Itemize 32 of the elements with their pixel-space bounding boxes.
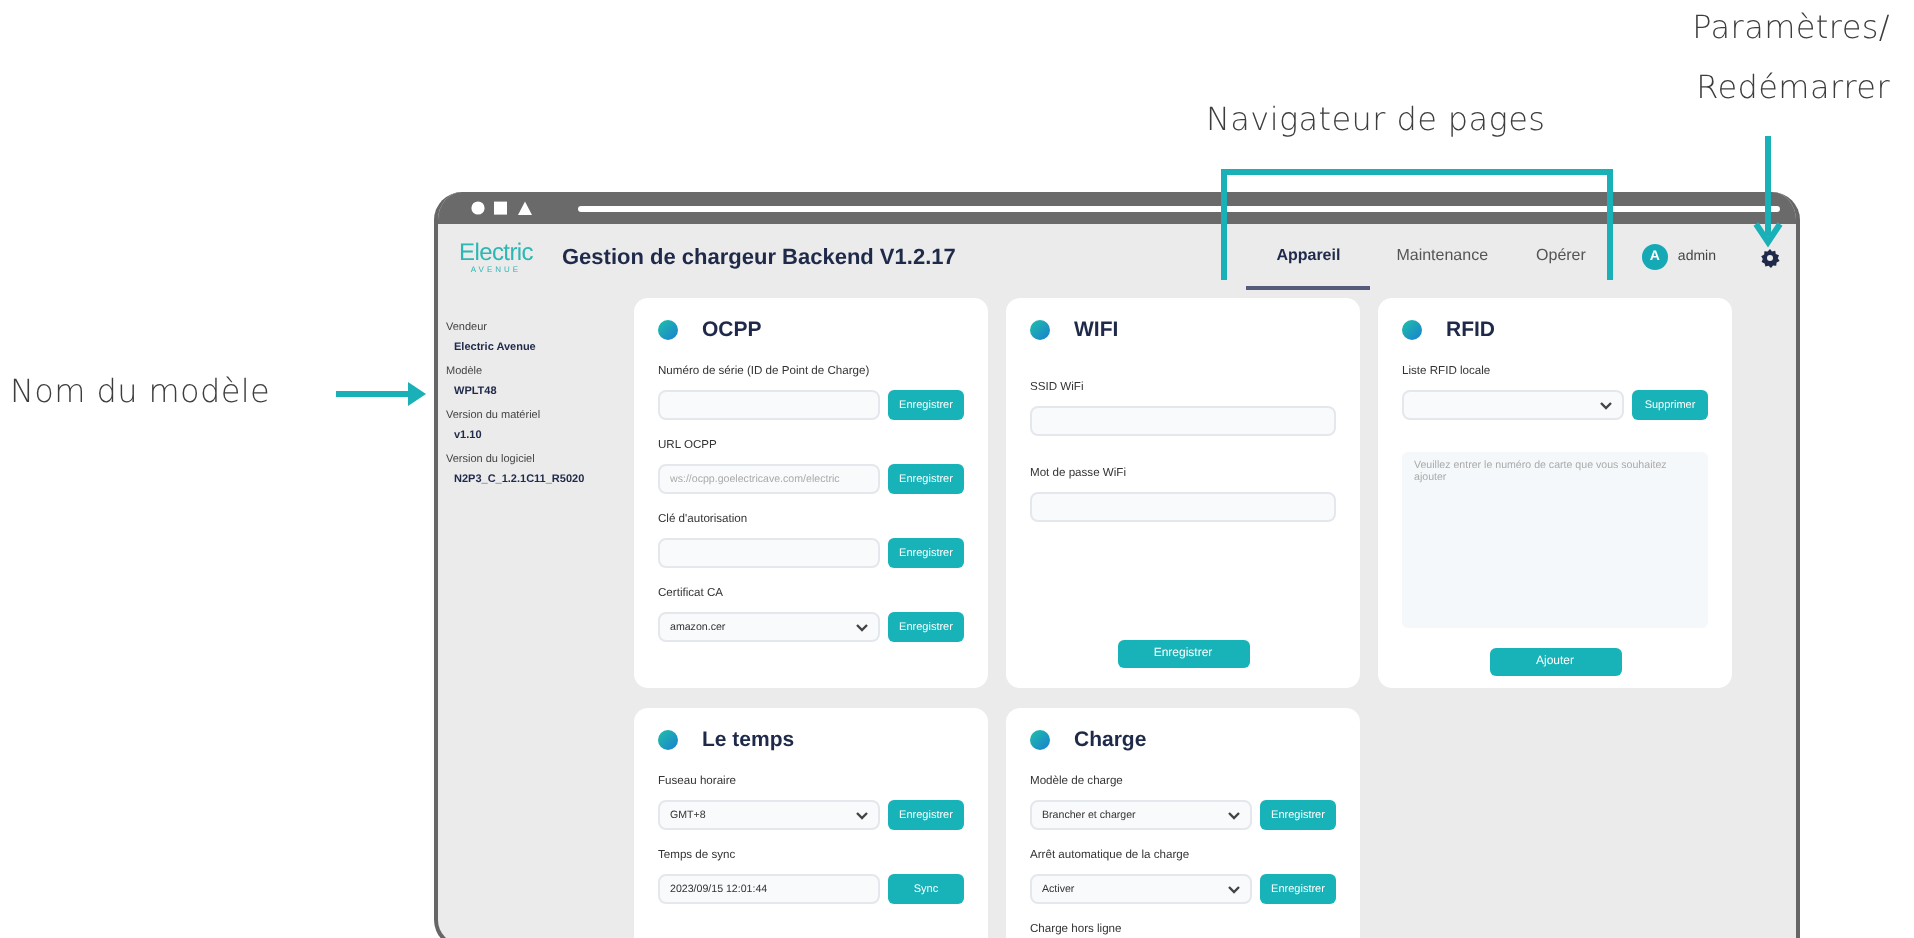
input-field[interactable] — [1030, 406, 1336, 436]
annotation-label: Redémarrer — [1696, 68, 1890, 106]
nav-tab[interactable]: Appareil — [1246, 224, 1371, 290]
status-dot-icon — [1030, 320, 1050, 340]
status-dot-icon — [1402, 320, 1422, 340]
input-field[interactable] — [658, 390, 880, 420]
card-title: OCPP — [702, 318, 762, 342]
input-field[interactable] — [1030, 492, 1336, 522]
pointer-arrow — [1754, 136, 1782, 248]
card-title: RFID — [1446, 318, 1495, 342]
nav-tab[interactable]: Opérer — [1514, 224, 1608, 290]
chevron-icon — [1228, 885, 1240, 893]
dropdown[interactable] — [1402, 390, 1624, 420]
pointer-arrow — [336, 380, 428, 408]
status-dot-icon — [658, 320, 678, 340]
annotation-label: Navigateur de pages — [1206, 100, 1546, 138]
input-field[interactable] — [658, 538, 880, 568]
app-title: Gestion de chargeur Backend V1.2.17 — [562, 245, 956, 269]
nav-tab[interactable]: Maintenance — [1374, 224, 1511, 290]
chevron-icon — [1600, 401, 1612, 409]
logo-text: Electric — [459, 240, 533, 264]
chevron-icon — [1228, 811, 1240, 819]
card-title: Le temps — [702, 728, 795, 752]
card-title: WIFI — [1074, 318, 1119, 342]
card-title: Charge — [1074, 728, 1147, 752]
chevron-icon — [856, 623, 868, 631]
status-dot-icon — [658, 730, 678, 750]
annotation-label: Paramètres/ — [1692, 8, 1890, 46]
annotation-label: Nom du modèle — [10, 372, 271, 410]
settings-icon[interactable] — [1760, 247, 1780, 267]
status-dot-icon — [1030, 730, 1050, 750]
chevron-icon — [856, 811, 868, 819]
